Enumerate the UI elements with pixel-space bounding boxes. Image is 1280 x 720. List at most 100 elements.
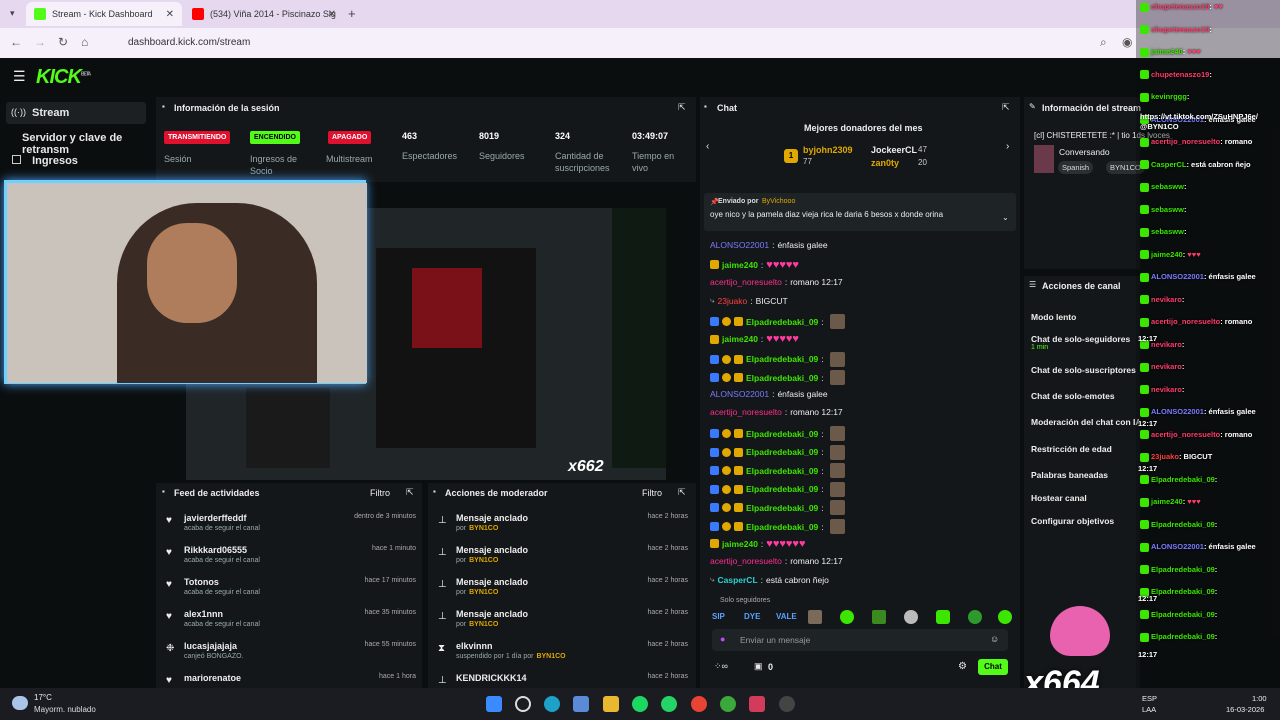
chat-username[interactable]: Elpadredebaki_09 xyxy=(746,317,818,327)
chat-message[interactable]: ⤷ 23juako: BIGCUT xyxy=(710,296,788,306)
mod-action-item[interactable]: ⊥ Mensaje anclado por BYN1CO hace 2 horas xyxy=(438,609,688,639)
activity-feed-item[interactable]: ♥ javierderffeddf acaba de seguir el canal… xyxy=(166,513,416,543)
activity-feed-item[interactable]: ❉ lucasjajajaja canjeó BONGAZO. hace 55 min… xyxy=(166,641,416,671)
chat-message[interactable]: Elpadredebaki_09: xyxy=(710,519,845,534)
channel-action-item[interactable]: Configurar objetivos xyxy=(1031,516,1139,526)
chat-message[interactable]: jaime240: ♥♥♥♥♥ xyxy=(710,333,799,345)
chat-username[interactable]: Elpadredebaki_09 xyxy=(746,373,818,383)
emote-dye[interactable]: DYE xyxy=(744,612,760,621)
channel-action-item[interactable]: Hostear canal xyxy=(1031,493,1139,503)
emote-icon[interactable] xyxy=(872,610,886,624)
emote-icon[interactable] xyxy=(904,610,918,624)
new-tab-icon[interactable]: + xyxy=(348,6,356,21)
edge-icon[interactable] xyxy=(544,696,560,712)
category-name[interactable]: Conversando xyxy=(1059,147,1110,157)
emote-icon[interactable] xyxy=(840,610,854,624)
language-indicator[interactable]: ESP xyxy=(1142,694,1157,703)
emote-icon[interactable] xyxy=(998,610,1012,624)
chat-message[interactable]: Elpadredebaki_09: xyxy=(710,370,845,386)
xbox-icon[interactable] xyxy=(720,696,736,712)
sidebar-item-stream[interactable]: ((·)) Stream xyxy=(6,102,146,124)
chat-message[interactable]: ⤷ CasperCL: está cabron ñejo xyxy=(710,575,829,585)
next-arrow-icon[interactable]: › xyxy=(1006,141,1009,152)
chat-message[interactable]: Elpadredebaki_09: xyxy=(710,426,845,441)
mod-action-user[interactable]: BYN1CO xyxy=(469,557,498,564)
emote-icon[interactable] xyxy=(968,610,982,624)
chat-message[interactable]: Elpadredebaki_09: xyxy=(710,351,845,367)
whatsapp-icon[interactable] xyxy=(661,696,677,712)
mod-action-item[interactable]: ⧗ elkvinnn suspendido por 1 día por BYN1CO h… xyxy=(438,641,688,671)
sidebar-item-revenue[interactable]: Ingresos xyxy=(12,155,78,167)
channel-action-item[interactable]: Modo lento xyxy=(1031,312,1139,322)
eye-off-icon[interactable]: ◉ xyxy=(1122,35,1132,49)
chat-username[interactable]: acertijo_noresuelto xyxy=(710,556,782,566)
emoji-icon[interactable]: ☺ xyxy=(990,634,999,644)
chat-username[interactable]: Elpadredebaki_09 xyxy=(746,429,818,439)
chat-message[interactable]: ALONSO22001: énfasis galee xyxy=(710,389,828,399)
mod-action-item[interactable]: ⊥ Mensaje anclado por BYN1CO hace 2 horas xyxy=(438,577,688,607)
filter-button[interactable]: Filtro xyxy=(370,488,390,498)
chat-message[interactable]: acertijo_noresuelto: romano 12:17 xyxy=(710,556,843,566)
back-icon[interactable]: ← xyxy=(10,35,22,49)
filter-button[interactable]: Filtro xyxy=(642,488,662,498)
channel-action-item[interactable]: Palabras baneadas xyxy=(1031,470,1139,480)
chrome-icon[interactable] xyxy=(691,696,707,712)
expand-icon[interactable]: ⌄ xyxy=(1002,213,1009,222)
search-icon[interactable] xyxy=(515,696,531,712)
tab-youtube[interactable]: (534) Viña 2014 - Piscinazo Sig ✕ xyxy=(184,2,344,26)
chat-username[interactable]: 23juako xyxy=(717,296,747,306)
kick-logo[interactable]: KICKBETA xyxy=(36,66,91,89)
mod-action-user[interactable]: BYN1CO xyxy=(469,525,498,532)
emote-icon[interactable] xyxy=(936,610,950,624)
sidebar-item-server-key[interactable]: Servidor y clave de retransm xyxy=(22,132,152,156)
url-field[interactable]: dashboard.kick.com/stream xyxy=(110,32,1120,54)
home-icon[interactable]: ⌂ xyxy=(81,35,88,49)
chat-username[interactable]: acertijo_noresuelto xyxy=(710,407,782,417)
chat-settings-icon[interactable]: ⚙ xyxy=(958,661,967,672)
chat-username[interactable]: acertijo_noresuelto xyxy=(710,277,782,287)
close-tab-icon[interactable]: ✕ xyxy=(328,9,336,20)
weather-icon[interactable] xyxy=(12,696,28,710)
points-icon[interactable]: ⁘∞ xyxy=(714,661,728,672)
chat-message[interactable]: Elpadredebaki_09: xyxy=(710,463,845,479)
popout-icon[interactable]: ⇱ xyxy=(678,102,686,113)
chat-message[interactable]: Elpadredebaki_09: xyxy=(710,481,845,497)
chat-message[interactable]: acertijo_noresuelto: romano 12:17 xyxy=(710,407,843,417)
channel-action-item[interactable]: Restricción de edad xyxy=(1031,444,1139,454)
chat-input[interactable]: ● Enviar un mensaje ☺ xyxy=(712,629,1008,651)
close-tab-icon[interactable]: ✕ xyxy=(166,9,174,20)
chat-message[interactable]: Elpadredebaki_09: xyxy=(710,314,845,330)
mod-action-user[interactable]: BYN1CO xyxy=(536,653,565,660)
chat-username[interactable]: Elpadredebaki_09 xyxy=(746,466,818,476)
chat-message[interactable]: Elpadredebaki_09: xyxy=(710,444,845,460)
mod-action-item[interactable]: ⊥ Mensaje anclado por BYN1CO hace 2 horas xyxy=(438,545,688,575)
chat-username[interactable]: jaime240 xyxy=(722,260,758,270)
prev-arrow-icon[interactable]: ‹ xyxy=(706,141,709,152)
chat-username[interactable]: Elpadredebaki_09 xyxy=(746,447,818,457)
popout-icon[interactable]: ⇱ xyxy=(678,487,686,498)
zoom-icon[interactable]: ⌕ xyxy=(1100,35,1107,50)
emote-icon[interactable] xyxy=(808,610,822,624)
channel-action-item[interactable]: Moderación del chat con IA xyxy=(1031,417,1139,427)
chat-username[interactable]: Elpadredebaki_09 xyxy=(746,503,818,513)
channel-action-item[interactable]: Chat de solo-suscriptores xyxy=(1031,365,1139,375)
chat-message[interactable]: acertijo_noresuelto: romano 12:17 xyxy=(710,277,843,287)
chat-message[interactable]: jaime240: ♥♥♥♥♥♥ xyxy=(710,538,805,550)
chat-message[interactable]: jaime240: ♥♥♥♥♥ xyxy=(710,259,799,271)
popout-icon[interactable]: ⇱ xyxy=(406,487,414,498)
chat-username[interactable]: CasperCL xyxy=(717,575,757,585)
forward-icon[interactable]: → xyxy=(34,35,46,49)
chat-username[interactable]: jaime240 xyxy=(722,334,758,344)
explorer-icon[interactable] xyxy=(603,696,619,712)
chat-message[interactable]: Elpadredebaki_09: xyxy=(710,500,845,516)
emote-vale[interactable]: VALE xyxy=(776,612,797,621)
tag[interactable]: Spanish xyxy=(1058,161,1094,174)
activity-feed-item[interactable]: ♥ Totonos acaba de seguir el canal hace 17 … xyxy=(166,577,416,607)
send-chat-button[interactable]: Chat xyxy=(978,659,1008,675)
chat-username[interactable]: jaime240 xyxy=(722,539,758,549)
chat-username[interactable]: ALONSO22001 xyxy=(710,389,769,399)
chat-username[interactable]: ALONSO22001 xyxy=(710,240,769,250)
store-icon[interactable] xyxy=(573,696,589,712)
chat-username[interactable]: Elpadredebaki_09 xyxy=(746,484,818,494)
mod-action-item[interactable]: ⊥ Mensaje anclado por BYN1CO hace 2 horas xyxy=(438,513,688,543)
